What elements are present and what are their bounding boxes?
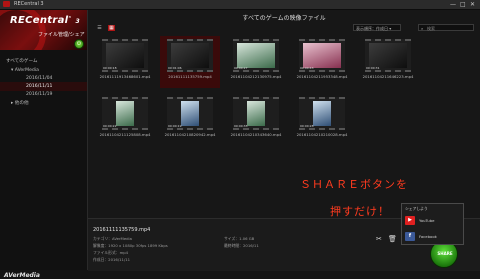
page-title: すべてのゲームの映像ファイル [242,15,326,22]
app-logo-number: 3 [75,18,80,25]
search-input[interactable]: ⌕ 検索 [418,24,474,31]
video-thumbnail-card[interactable]: 00:01:06 20161111135759.mp4 [160,36,220,88]
search-placeholder: 検索 [427,26,435,31]
close-button[interactable]: ✕ [470,1,475,8]
video-filename: 20161111135759.mp4 [168,74,212,79]
video-filename: 20161104211953348.mp4 [296,74,348,79]
tree-item[interactable]: 2016/11/11 [0,82,87,91]
video-thumbnail: 00:01:06 [167,39,213,72]
tree-section-all-games[interactable]: すべてのゲーム [0,54,87,66]
youtube-icon: ▶ [405,216,415,225]
video-filename: 20161104211125808.mp4 [99,132,151,137]
video-filename: 20161111913468601.mp4 [99,74,151,79]
app-icon [3,1,10,7]
video-thumbnail: 00:00:19 [167,97,213,130]
share-facebook-label: Facebook [419,234,437,239]
video-duration: 00:00:43 [300,66,314,70]
share-button-label: SHARE [437,251,453,256]
list-view-button[interactable]: ☰ [96,25,103,31]
video-thumbnail-card[interactable]: 00:00:19 20161104210820942.mp4 [160,94,220,146]
thumbnail-image [303,43,341,68]
view-toolbar: ☰ ▦ 表示順序：作成日 ▾ ⌕ 検索 [88,24,480,33]
share-youtube-label: YouTube [419,218,435,223]
video-duration: 00:00:31 [366,66,380,70]
facebook-icon: f [405,232,415,241]
video-thumbnail-card[interactable]: 00:00:27 20161104212130975.mp4 [226,36,286,88]
delete-icon[interactable]: 🗑 [388,235,397,243]
thumbnail-image [313,101,331,126]
selected-file-name: 20161111135759.mp4 [93,227,151,233]
minimize-button[interactable]: — [450,1,456,8]
grid-view-button[interactable]: ▦ [108,25,115,31]
video-duration: 00:00:27 [234,66,248,70]
annotation-line-2: 押すだけ！ [330,205,390,218]
annotation-line-1: ＳＨＡＲＥボタンを [300,178,408,191]
video-thumbnail: 00:00:27 [233,39,279,72]
sidebar: RECentral® 3 ファイル管理/シェア ⏻ すべてのゲーム ▾ AVer… [0,10,88,279]
video-thumbnail: 00:00:43 [299,39,345,72]
meta-resolution: 解像度：1920 x 1080p 30fps 1899 Kbps [93,243,168,248]
meta-size: サイズ：1.06 GB [224,236,255,241]
thumbnail-image [181,101,199,126]
logo-area: RECentral® 3 ファイル管理/シェア ⏻ [0,10,87,50]
folder-tree: すべてのゲーム ▾ AVerMedia 2016/11/04 2016/11/11 2… [0,54,87,108]
thumbnail-image [116,101,134,126]
mode-label[interactable]: ファイル管理/シェア [38,31,85,38]
video-filename: 20161104212130975.mp4 [230,74,282,79]
video-thumbnail-card[interactable]: 00:00:35 20161104210343640.mp4 [226,94,286,146]
edit-icon[interactable]: ✂ [376,235,382,243]
video-thumbnail-card[interactable]: 00:00:43 20161104211953348.mp4 [292,36,352,88]
thumbnail-image [369,43,407,68]
share-youtube-item[interactable]: ▶ YouTube [405,215,462,226]
video-thumbnail-card[interactable]: 00:00:31 20161104211646223.mp4 [358,36,418,88]
meta-format: ファイル形式：mp4 [93,250,129,255]
meta-created-date: 作成日：2016/11/11 [93,257,131,262]
thumbnail-image [237,43,275,68]
meta-last-time: 最終時間：2016/11 [224,243,259,248]
video-filename: 20161104210343640.mp4 [230,132,282,137]
thumbnail-image [171,43,209,68]
video-duration: 00:00:22 [103,124,117,128]
share-menu-header: シェアしよう [405,206,428,211]
power-button[interactable]: ⏻ [74,39,84,49]
video-filename: 20161104210820942.mp4 [164,132,216,137]
tree-item[interactable]: ▸ 他の他 [0,99,87,108]
video-duration: 00:00:18 [103,66,117,70]
video-duration: 00:00:35 [234,124,248,128]
maximize-button[interactable]: □ [460,1,466,8]
video-filename: 20161104210210028.mp4 [296,132,348,137]
tree-item[interactable]: 2016/11/19 [0,91,87,99]
video-thumbnail-card[interactable]: 00:00:22 20161104211125808.mp4 [95,94,155,146]
thumbnail-image [247,101,265,126]
tree-item[interactable]: 2016/11/04 [0,74,87,82]
video-thumbnail-card[interactable]: 00:00:28 20161104210210028.mp4 [292,94,352,146]
video-duration: 00:00:28 [300,124,314,128]
video-thumbnail: 00:00:31 [365,39,411,72]
video-thumbnail: 00:00:22 [102,97,148,130]
search-icon: ⌕ [421,26,424,31]
app-logo: RECentral® 3 [10,15,80,26]
video-duration: 00:00:19 [168,124,182,128]
video-duration: 00:01:06 [168,66,182,70]
title-bar: RECentral 3 — □ ✕ [0,0,480,10]
avermedia-brand-logo: AVerMedia [4,272,40,279]
video-thumbnail: 00:00:35 [233,97,279,130]
thumbnail-image [106,43,144,68]
tree-item[interactable]: ▾ AVerMedia [0,66,87,74]
meta-category: カテゴリ：AVerMedia [93,236,132,241]
sort-dropdown[interactable]: 表示順序：作成日 ▾ [353,24,401,31]
share-popup-menu: シェアしよう ▶ YouTube f Facebook [401,203,464,245]
video-thumbnail: 00:00:18 [102,39,148,72]
video-thumbnail: 00:00:28 [299,97,345,130]
video-thumbnail-card[interactable]: 00:00:18 20161111913468601.mp4 [95,36,155,88]
share-facebook-item[interactable]: f Facebook [405,231,462,242]
app-logo-text: RECentral [10,15,69,26]
video-filename: 20161104211646223.mp4 [362,74,414,79]
app-logo-mark: ® [68,15,72,19]
window-title: RECentral 3 [14,1,44,7]
